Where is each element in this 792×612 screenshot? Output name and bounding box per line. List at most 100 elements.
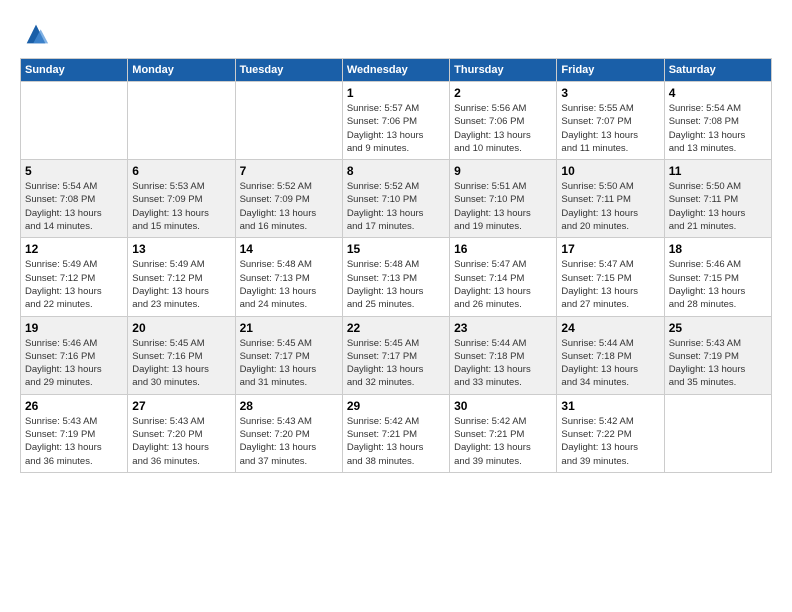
calendar-cell: 20 Sunrise: 5:45 AM Sunset: 7:16 PM Dayli… bbox=[128, 316, 235, 394]
day-info: Sunrise: 5:48 AM Sunset: 7:13 PM Dayligh… bbox=[240, 258, 338, 311]
calendar-cell: 24 Sunrise: 5:44 AM Sunset: 7:18 PM Dayli… bbox=[557, 316, 664, 394]
logo bbox=[20, 20, 50, 48]
col-header-tuesday: Tuesday bbox=[235, 59, 342, 82]
calendar-cell: 2Sunrise: 5:56 AM Sunset: 7:06 PM Daylig… bbox=[450, 82, 557, 160]
calendar-cell bbox=[21, 82, 128, 160]
day-info: Sunrise: 5:50 AM Sunset: 7:11 PM Dayligh… bbox=[561, 180, 659, 233]
day-number: 27 bbox=[132, 399, 230, 413]
day-info: Sunrise: 5:43 AM Sunset: 7:20 PM Dayligh… bbox=[240, 415, 338, 468]
day-info: Sunrise: 5:44 AM Sunset: 7:18 PM Dayligh… bbox=[454, 337, 552, 390]
day-number: 21 bbox=[240, 321, 338, 335]
calendar-cell: 7 Sunrise: 5:52 AM Sunset: 7:09 PM Daylig… bbox=[235, 160, 342, 238]
day-number: 11 bbox=[669, 164, 767, 178]
day-number: 3 bbox=[561, 86, 659, 100]
calendar-cell: 6 Sunrise: 5:53 AM Sunset: 7:09 PM Daylig… bbox=[128, 160, 235, 238]
calendar-cell: 29Sunrise: 5:42 AM Sunset: 7:21 PM Dayli… bbox=[342, 394, 449, 472]
col-header-saturday: Saturday bbox=[664, 59, 771, 82]
day-number: 24 bbox=[561, 321, 659, 335]
day-number: 19 bbox=[25, 321, 123, 335]
day-info: Sunrise: 5:52 AM Sunset: 7:09 PM Dayligh… bbox=[240, 180, 338, 233]
calendar-cell: 30 Sunrise: 5:42 AM Sunset: 7:21 PM Dayli… bbox=[450, 394, 557, 472]
calendar-cell: 31 Sunrise: 5:42 AM Sunset: 7:22 PM Dayli… bbox=[557, 394, 664, 472]
calendar-cell: 15 Sunrise: 5:48 AM Sunset: 7:13 PM Dayli… bbox=[342, 238, 449, 316]
calendar-cell: 5 Sunrise: 5:54 AM Sunset: 7:08 PM Daylig… bbox=[21, 160, 128, 238]
day-number: 15 bbox=[347, 242, 445, 256]
day-info: Sunrise: 5:42 AM Sunset: 7:21 PM Dayligh… bbox=[454, 415, 552, 468]
day-info: Sunrise: 5:43 AM Sunset: 7:19 PM Dayligh… bbox=[669, 337, 767, 390]
day-info: Sunrise: 5:56 AM Sunset: 7:06 PM Dayligh… bbox=[454, 102, 552, 155]
col-header-thursday: Thursday bbox=[450, 59, 557, 82]
calendar-cell: 14 Sunrise: 5:48 AM Sunset: 7:13 PM Dayli… bbox=[235, 238, 342, 316]
day-info: Sunrise: 5:42 AM Sunset: 7:21 PM Dayligh… bbox=[347, 415, 445, 468]
day-number: 25 bbox=[669, 321, 767, 335]
calendar-cell: 23 Sunrise: 5:44 AM Sunset: 7:18 PM Dayli… bbox=[450, 316, 557, 394]
day-info: Sunrise: 5:49 AM Sunset: 7:12 PM Dayligh… bbox=[25, 258, 123, 311]
day-info: Sunrise: 5:44 AM Sunset: 7:18 PM Dayligh… bbox=[561, 337, 659, 390]
calendar-cell: 9Sunrise: 5:51 AM Sunset: 7:10 PM Daylig… bbox=[450, 160, 557, 238]
day-info: Sunrise: 5:50 AM Sunset: 7:11 PM Dayligh… bbox=[669, 180, 767, 233]
calendar-cell: 18Sunrise: 5:46 AM Sunset: 7:15 PM Dayli… bbox=[664, 238, 771, 316]
day-number: 23 bbox=[454, 321, 552, 335]
day-info: Sunrise: 5:51 AM Sunset: 7:10 PM Dayligh… bbox=[454, 180, 552, 233]
day-number: 10 bbox=[561, 164, 659, 178]
day-number: 31 bbox=[561, 399, 659, 413]
calendar-week-3: 12 Sunrise: 5:49 AM Sunset: 7:12 PM Dayli… bbox=[21, 238, 772, 316]
col-header-sunday: Sunday bbox=[21, 59, 128, 82]
day-info: Sunrise: 5:54 AM Sunset: 7:08 PM Dayligh… bbox=[669, 102, 767, 155]
day-number: 7 bbox=[240, 164, 338, 178]
calendar-cell: 17 Sunrise: 5:47 AM Sunset: 7:15 PM Dayli… bbox=[557, 238, 664, 316]
day-info: Sunrise: 5:46 AM Sunset: 7:15 PM Dayligh… bbox=[669, 258, 767, 311]
day-info: Sunrise: 5:45 AM Sunset: 7:16 PM Dayligh… bbox=[132, 337, 230, 390]
day-info: Sunrise: 5:46 AM Sunset: 7:16 PM Dayligh… bbox=[25, 337, 123, 390]
day-number: 6 bbox=[132, 164, 230, 178]
day-info: Sunrise: 5:47 AM Sunset: 7:15 PM Dayligh… bbox=[561, 258, 659, 311]
calendar-cell: 21Sunrise: 5:45 AM Sunset: 7:17 PM Dayli… bbox=[235, 316, 342, 394]
day-number: 20 bbox=[132, 321, 230, 335]
calendar-cell: 16 Sunrise: 5:47 AM Sunset: 7:14 PM Dayli… bbox=[450, 238, 557, 316]
calendar-cell: 1Sunrise: 5:57 AM Sunset: 7:06 PM Daylig… bbox=[342, 82, 449, 160]
calendar-cell: 25 Sunrise: 5:43 AM Sunset: 7:19 PM Dayli… bbox=[664, 316, 771, 394]
calendar-week-4: 19 Sunrise: 5:46 AM Sunset: 7:16 PM Dayli… bbox=[21, 316, 772, 394]
day-number: 17 bbox=[561, 242, 659, 256]
calendar-week-1: 1Sunrise: 5:57 AM Sunset: 7:06 PM Daylig… bbox=[21, 82, 772, 160]
day-info: Sunrise: 5:52 AM Sunset: 7:10 PM Dayligh… bbox=[347, 180, 445, 233]
page-header bbox=[20, 20, 772, 48]
day-info: Sunrise: 5:47 AM Sunset: 7:14 PM Dayligh… bbox=[454, 258, 552, 311]
day-info: Sunrise: 5:43 AM Sunset: 7:20 PM Dayligh… bbox=[132, 415, 230, 468]
calendar-header-row: SundayMondayTuesdayWednesdayThursdayFrid… bbox=[21, 59, 772, 82]
day-number: 8 bbox=[347, 164, 445, 178]
day-info: Sunrise: 5:54 AM Sunset: 7:08 PM Dayligh… bbox=[25, 180, 123, 233]
day-info: Sunrise: 5:57 AM Sunset: 7:06 PM Dayligh… bbox=[347, 102, 445, 155]
calendar-cell: 27 Sunrise: 5:43 AM Sunset: 7:20 PM Dayli… bbox=[128, 394, 235, 472]
col-header-monday: Monday bbox=[128, 59, 235, 82]
day-number: 22 bbox=[347, 321, 445, 335]
day-number: 26 bbox=[25, 399, 123, 413]
calendar-cell bbox=[128, 82, 235, 160]
calendar-cell: 19 Sunrise: 5:46 AM Sunset: 7:16 PM Dayli… bbox=[21, 316, 128, 394]
calendar-cell: 26Sunrise: 5:43 AM Sunset: 7:19 PM Dayli… bbox=[21, 394, 128, 472]
calendar-cell: 12 Sunrise: 5:49 AM Sunset: 7:12 PM Dayli… bbox=[21, 238, 128, 316]
calendar-cell bbox=[664, 394, 771, 472]
day-number: 5 bbox=[25, 164, 123, 178]
day-info: Sunrise: 5:48 AM Sunset: 7:13 PM Dayligh… bbox=[347, 258, 445, 311]
day-info: Sunrise: 5:45 AM Sunset: 7:17 PM Dayligh… bbox=[347, 337, 445, 390]
day-number: 13 bbox=[132, 242, 230, 256]
day-number: 28 bbox=[240, 399, 338, 413]
day-info: Sunrise: 5:42 AM Sunset: 7:22 PM Dayligh… bbox=[561, 415, 659, 468]
day-number: 12 bbox=[25, 242, 123, 256]
calendar-week-2: 5 Sunrise: 5:54 AM Sunset: 7:08 PM Daylig… bbox=[21, 160, 772, 238]
calendar-cell: 4Sunrise: 5:54 AM Sunset: 7:08 PM Daylig… bbox=[664, 82, 771, 160]
calendar-cell: 3 Sunrise: 5:55 AM Sunset: 7:07 PM Daylig… bbox=[557, 82, 664, 160]
calendar-week-5: 26Sunrise: 5:43 AM Sunset: 7:19 PM Dayli… bbox=[21, 394, 772, 472]
calendar: SundayMondayTuesdayWednesdayThursdayFrid… bbox=[20, 58, 772, 473]
calendar-cell: 11 Sunrise: 5:50 AM Sunset: 7:11 PM Dayli… bbox=[664, 160, 771, 238]
calendar-cell: 22 Sunrise: 5:45 AM Sunset: 7:17 PM Dayli… bbox=[342, 316, 449, 394]
calendar-cell bbox=[235, 82, 342, 160]
day-number: 14 bbox=[240, 242, 338, 256]
calendar-cell: 10 Sunrise: 5:50 AM Sunset: 7:11 PM Dayli… bbox=[557, 160, 664, 238]
day-info: Sunrise: 5:53 AM Sunset: 7:09 PM Dayligh… bbox=[132, 180, 230, 233]
day-number: 30 bbox=[454, 399, 552, 413]
day-number: 16 bbox=[454, 242, 552, 256]
day-info: Sunrise: 5:55 AM Sunset: 7:07 PM Dayligh… bbox=[561, 102, 659, 155]
col-header-wednesday: Wednesday bbox=[342, 59, 449, 82]
